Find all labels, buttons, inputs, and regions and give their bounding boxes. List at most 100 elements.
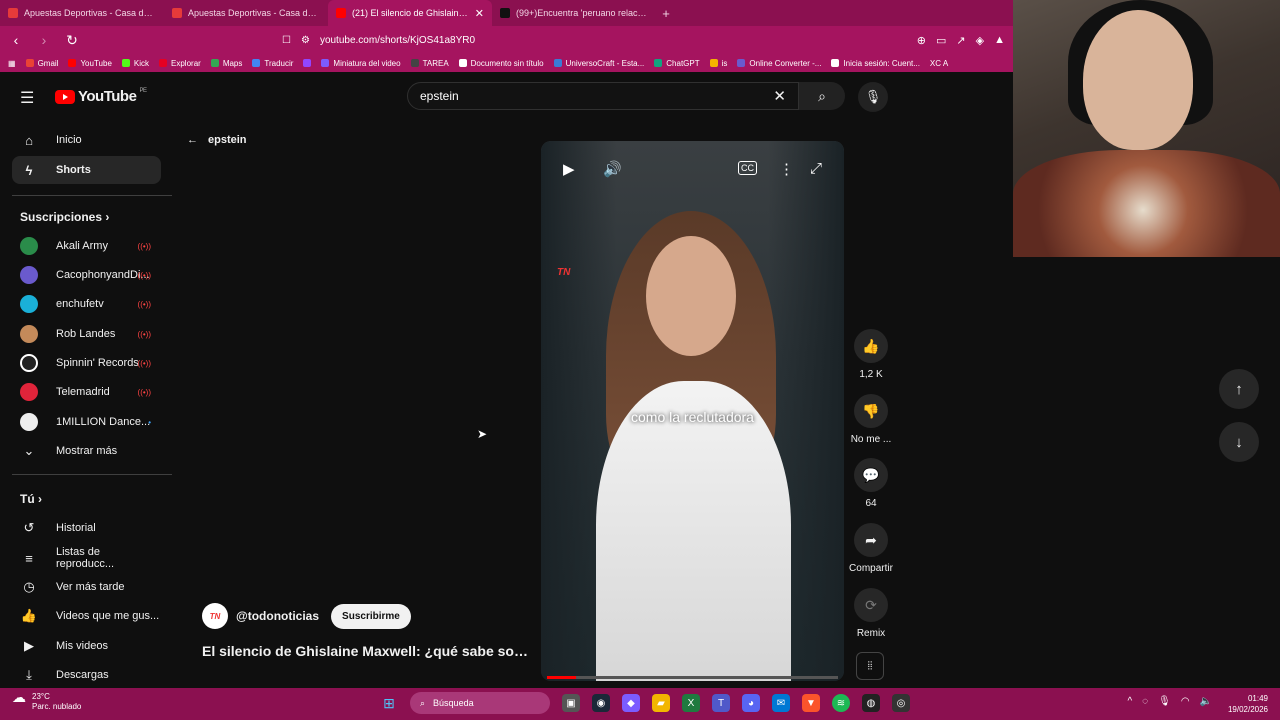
taskbar-search[interactable]: ⌕ Búsqueda <box>410 692 550 714</box>
show-more-button[interactable]: ⌄ Mostrar más <box>12 437 161 465</box>
microphone-icon: 🎙 <box>864 89 882 104</box>
sidebar-subscription-item[interactable]: Rob Landes ((•)) <box>12 320 161 348</box>
search-button[interactable]: ⌕ <box>799 82 845 110</box>
new-tab-button[interactable]: + <box>656 6 676 21</box>
sidebar-item-shorts[interactable]: ϟ Shorts <box>12 156 161 184</box>
volume-icon[interactable]: 🔊 <box>603 160 622 178</box>
wifi-icon[interactable]: ◠ <box>1181 696 1190 707</box>
sound-source-button[interactable]: ⦙⦙ <box>856 652 884 680</box>
browser-tab[interactable]: (99+)Encuentra 'peruano relacionado' <box>492 0 656 26</box>
cast-icon[interactable]: ▭ <box>936 34 946 47</box>
profile-icon[interactable]: ▲ <box>994 34 1005 47</box>
voice-search-button[interactable]: 🎙 <box>858 82 888 112</box>
sidebar-item-liked[interactable]: 👍 Videos que me gus... <box>12 602 161 630</box>
excel-icon[interactable]: X <box>682 694 700 712</box>
sidebar-item-my-videos[interactable]: ▶ Mis videos <box>12 632 161 660</box>
bookmark-youtube[interactable]: YouTube <box>68 59 112 68</box>
bookmark-universocraft[interactable]: UniversoCraft - Esta... <box>553 59 644 68</box>
bookmark-icon[interactable]: ☐ <box>282 35 291 46</box>
bookmark-miniatura[interactable]: Miniatura del video <box>321 59 401 68</box>
brave-browser-icon[interactable]: ▼ <box>802 694 820 712</box>
spotify-icon[interactable]: ≋ <box>832 694 850 712</box>
speaker-icon[interactable]: 🔈 <box>1200 696 1212 707</box>
sidebar-subscription-item[interactable]: Telemadrid ((•)) <box>12 378 161 406</box>
captions-icon[interactable]: CC <box>738 161 757 175</box>
like-button[interactable]: 👍 <box>854 329 888 363</box>
sidebar-subscription-item[interactable]: enchufetv ((•)) <box>12 290 161 318</box>
browser-tab[interactable]: Apuestas Deportivas - Casa de Apuestas <box>164 0 328 26</box>
dislike-button[interactable]: 👎 <box>854 394 888 428</box>
more-options-icon[interactable]: ⋮ <box>779 160 794 178</box>
obs-icon[interactable]: ◎ <box>892 694 910 712</box>
apps-grid-icon[interactable]: ▦ <box>8 59 16 68</box>
sidebar-item-watch-later[interactable]: ◷ Ver más tarde <box>12 573 161 601</box>
windows-start-icon[interactable]: ⊞ <box>380 694 398 712</box>
bookmark-explorar[interactable]: Explorar <box>159 59 201 68</box>
sidebar-subscription-item[interactable]: CacophonyandDi... ((•)) <box>12 261 161 289</box>
back-to-search-button[interactable]: ← epstein <box>187 134 247 146</box>
close-tab-icon[interactable]: ✕ <box>475 7 484 20</box>
clear-search-icon[interactable]: ✕ <box>773 87 786 105</box>
subscribe-button[interactable]: Suscribirme <box>331 603 411 629</box>
mail-icon[interactable]: ✉ <box>772 694 790 712</box>
bookmark-traducir[interactable]: Traducir <box>252 59 293 68</box>
sidebar-item-historial[interactable]: ↺ Historial <box>12 514 161 542</box>
bookmark-tarea[interactable]: TAREA <box>410 59 449 68</box>
reload-icon[interactable]: ↻ <box>64 32 80 49</box>
game-app-icon[interactable]: ◍ <box>862 694 880 712</box>
sidebar-item-downloads[interactable]: ⤓ Descargas <box>12 661 161 689</box>
sidebar-subscription-item[interactable]: Akali Army ((•)) <box>12 232 161 260</box>
bookmark-converter[interactable]: Online Converter -... <box>737 59 821 68</box>
video-progress-bar[interactable] <box>547 676 838 679</box>
channel-name[interactable]: @todonoticias <box>236 609 319 623</box>
previous-short-button[interactable]: ↑ <box>1219 369 1259 409</box>
hamburger-menu-icon[interactable]: ☰ <box>20 88 38 107</box>
bookmark-gmail[interactable]: Gmail <box>25 59 58 68</box>
comments-action: 💬 64 <box>854 458 888 509</box>
network-icon[interactable]: ◌ <box>1142 696 1148 707</box>
copilot-icon[interactable]: ◆ <box>622 694 640 712</box>
subscriptions-heading[interactable]: Suscripciones › <box>20 210 109 224</box>
you-heading[interactable]: Tú › <box>20 492 42 506</box>
bookmark-kick[interactable]: Kick <box>121 59 149 68</box>
bookmark-twitch[interactable] <box>303 59 312 67</box>
site-info-icon[interactable]: ⚙ <box>301 35 310 46</box>
microphone-icon[interactable]: 🎙 <box>1158 696 1171 707</box>
back-arrow-icon[interactable]: ‹ <box>8 32 24 48</box>
extension-icon[interactable]: ◈ <box>976 34 984 47</box>
task-view-icon[interactable]: ▣ <box>562 694 580 712</box>
remix-button[interactable]: ⟳ <box>854 588 888 622</box>
video-title[interactable]: El silencio de Ghislaine Maxwell: ¿qué s… <box>202 643 532 659</box>
teams-icon[interactable]: T <box>712 694 730 712</box>
next-short-button[interactable]: ↓ <box>1219 422 1259 462</box>
bookmark-google-login[interactable]: Inicia sesión: Cuent... <box>831 59 920 68</box>
bookmark-maps[interactable]: Maps <box>210 59 242 68</box>
browser-tab-active[interactable]: (21) El silencio de Ghislaine Maxwell✕ <box>328 0 492 26</box>
youtube-logo[interactable]: YouTube PE <box>55 88 147 105</box>
weather-widget[interactable]: ☁ 23°C Parc. nublado <box>12 690 81 712</box>
zoom-icon[interactable]: ⊕ <box>917 34 926 47</box>
forward-arrow-icon[interactable]: › <box>36 32 52 48</box>
bookmark-documento[interactable]: Documento sin título <box>458 59 544 68</box>
file-explorer-icon[interactable]: ▰ <box>652 694 670 712</box>
chevron-up-icon[interactable]: ^ <box>1127 696 1132 707</box>
bookmark-xc[interactable]: XC A <box>930 59 948 68</box>
search-input[interactable]: epstein ✕ <box>407 82 799 110</box>
share-icon[interactable]: ↗ <box>956 34 965 47</box>
bookmark-is[interactable]: is <box>709 59 727 68</box>
channel-avatar[interactable]: TN <box>202 603 228 629</box>
discord-icon[interactable]: ◕ <box>742 694 760 712</box>
sidebar-item-inicio[interactable]: ⌂ Inicio <box>12 126 161 154</box>
bookmark-chatgpt[interactable]: ChatGPT <box>654 59 700 68</box>
share-button[interactable]: ➦ <box>854 523 888 557</box>
sidebar-subscription-item[interactable]: Spinnin' Records ((•)) <box>12 349 161 377</box>
url-field[interactable]: ☐ ⚙ youtube.com/shorts/KjOS41a8YR0 <box>282 35 905 46</box>
play-icon[interactable]: ▶ <box>563 160 575 178</box>
sidebar-subscription-item[interactable]: 1MILLION Dance... • <box>12 408 161 436</box>
taskbar-clock[interactable]: 01:49 19/02/2026 <box>1228 693 1268 715</box>
comments-button[interactable]: 💬 <box>854 458 888 492</box>
steam-icon[interactable]: ◉ <box>592 694 610 712</box>
fullscreen-icon[interactable]: ⤢ <box>810 160 822 177</box>
browser-tab[interactable]: Apuestas Deportivas - Casa de Apuestas <box>0 0 164 26</box>
sidebar-item-playlists[interactable]: ≡ Listas de reproducc... <box>12 544 161 572</box>
